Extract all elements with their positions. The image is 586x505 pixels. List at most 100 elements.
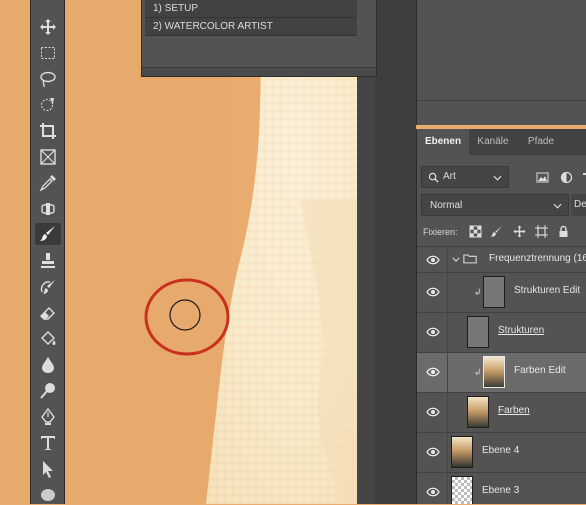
layer-row-strukturen[interactable]: Strukturen xyxy=(417,312,586,352)
brush-tool-button[interactable] xyxy=(35,223,61,245)
move-icon xyxy=(39,18,57,36)
eraser-tool-button[interactable] xyxy=(35,302,61,324)
blend-mode-select[interactable]: Normal xyxy=(421,194,569,216)
lock-position-button[interactable] xyxy=(511,223,527,239)
stamp-tool-button[interactable] xyxy=(35,250,61,272)
layer-thumbnail xyxy=(483,356,505,388)
eye-icon[interactable] xyxy=(426,286,440,298)
pen-tool-button[interactable] xyxy=(35,406,61,428)
filter-type-button[interactable] xyxy=(579,169,586,185)
search-icon xyxy=(428,172,439,183)
artboard-icon xyxy=(535,225,548,238)
tab-pfade[interactable]: Pfade xyxy=(517,129,565,155)
layer-name: Farben Edit xyxy=(514,365,566,376)
panel-dock-gap xyxy=(375,0,416,504)
lasso-icon xyxy=(39,70,57,88)
lock-artboard-button[interactable] xyxy=(533,223,549,239)
layer-name: Frequenztrennung (16 xyxy=(489,253,586,264)
layer-row-ebene-4[interactable]: Ebene 4 xyxy=(417,432,586,472)
visibility-column-divider xyxy=(447,273,448,312)
half-circle-icon xyxy=(560,171,573,184)
layers-panel-tabs: Ebenen Kanäle Pfade xyxy=(417,129,586,155)
type-icon xyxy=(581,171,586,184)
lock-label: Fixieren: xyxy=(423,227,458,237)
quick-selection-icon xyxy=(39,96,57,114)
stamp-icon xyxy=(39,252,57,270)
eye-icon[interactable] xyxy=(426,486,440,498)
opacity-label: De xyxy=(574,199,586,210)
marquee-tool-button[interactable] xyxy=(35,42,61,64)
quick-selection-tool-button[interactable] xyxy=(35,94,61,116)
frame-tool-button[interactable] xyxy=(35,146,61,168)
filter-image-button[interactable] xyxy=(534,169,550,185)
tools-panel xyxy=(30,0,65,504)
brush-icon xyxy=(490,225,503,238)
eye-icon[interactable] xyxy=(426,326,440,338)
chevron-down-icon xyxy=(493,175,502,181)
blur-tool-button[interactable] xyxy=(35,354,61,376)
lock-all-button[interactable] xyxy=(555,223,571,239)
action-item-setup[interactable]: 1) SETUP xyxy=(145,0,357,18)
ellipse-icon xyxy=(39,485,57,503)
blend-mode-value: Normal xyxy=(430,200,462,211)
pen-icon xyxy=(39,408,57,426)
eye-icon[interactable] xyxy=(426,366,440,378)
history-brush-icon xyxy=(39,278,57,296)
lasso-tool-button[interactable] xyxy=(35,68,61,90)
layer-row-group[interactable]: Frequenztrennung (16 xyxy=(417,246,586,272)
chevron-down-icon[interactable] xyxy=(452,257,460,262)
marquee-icon xyxy=(39,44,57,62)
visibility-column-divider xyxy=(447,247,448,272)
layer-thumbnail xyxy=(451,436,473,468)
paint-bucket-tool-button[interactable] xyxy=(35,328,61,350)
layer-name: Farben xyxy=(498,405,530,416)
layer-row-strukturen-edit[interactable]: ↲ Strukturen Edit xyxy=(417,272,586,312)
eye-icon[interactable] xyxy=(426,446,440,458)
crop-tool-button[interactable] xyxy=(35,120,61,142)
crop-icon xyxy=(39,122,57,140)
frame-icon xyxy=(39,148,57,166)
layer-thumbnail xyxy=(483,276,505,308)
paint-bucket-icon xyxy=(39,330,57,348)
folder-icon xyxy=(463,253,477,264)
eye-icon[interactable] xyxy=(426,406,440,418)
lock-pixels-button[interactable] xyxy=(488,223,504,239)
layer-name: Strukturen xyxy=(498,325,544,336)
layer-name: Ebene 3 xyxy=(482,485,519,496)
eyedropper-tool-button[interactable] xyxy=(35,172,61,194)
layer-row-farben[interactable]: Farben xyxy=(417,392,586,432)
path-selection-tool-button[interactable] xyxy=(35,458,61,480)
checkerboard-icon xyxy=(469,225,482,238)
history-brush-tool-button[interactable] xyxy=(35,276,61,298)
eye-icon[interactable] xyxy=(426,254,440,266)
clipping-arrow-icon: ↲ xyxy=(474,367,482,378)
ellipse-tool-button[interactable] xyxy=(35,483,61,505)
layer-filter-value: Art xyxy=(443,171,456,182)
layer-name: Strukturen Edit xyxy=(514,285,580,296)
actions-panel-footer xyxy=(142,67,376,76)
tab-kanaele[interactable]: Kanäle xyxy=(469,129,517,155)
lock-transparent-button[interactable] xyxy=(467,223,483,239)
panel-divider xyxy=(417,100,586,101)
visibility-column-divider xyxy=(447,313,448,352)
eyedropper-icon xyxy=(39,174,57,192)
tab-ebenen[interactable]: Ebenen xyxy=(417,129,469,155)
opacity-field[interactable]: De xyxy=(571,194,586,216)
visibility-column-divider xyxy=(447,473,448,504)
type-tool-button[interactable] xyxy=(35,432,61,454)
filter-adjustment-button[interactable] xyxy=(558,169,574,185)
layer-filter-select[interactable]: Art xyxy=(421,166,509,188)
upper-dock-panel xyxy=(416,0,586,125)
layer-row-ebene-3[interactable]: Ebene 3 xyxy=(417,472,586,504)
move-tool-button[interactable] xyxy=(35,16,61,38)
brush-icon xyxy=(39,225,57,243)
drop-icon xyxy=(39,356,57,374)
chevron-down-icon xyxy=(553,203,562,209)
layer-row-farben-edit[interactable]: ↲ Farben Edit xyxy=(417,352,586,392)
visibility-column-divider xyxy=(447,433,448,472)
eraser-icon xyxy=(39,304,57,322)
healing-brush-tool-button[interactable] xyxy=(35,198,61,220)
dodge-tool-button[interactable] xyxy=(35,380,61,402)
action-item-watercolor-artist[interactable]: 2) WATERCOLOR ARTIST xyxy=(145,18,357,36)
arrow-cursor-icon xyxy=(39,460,57,478)
